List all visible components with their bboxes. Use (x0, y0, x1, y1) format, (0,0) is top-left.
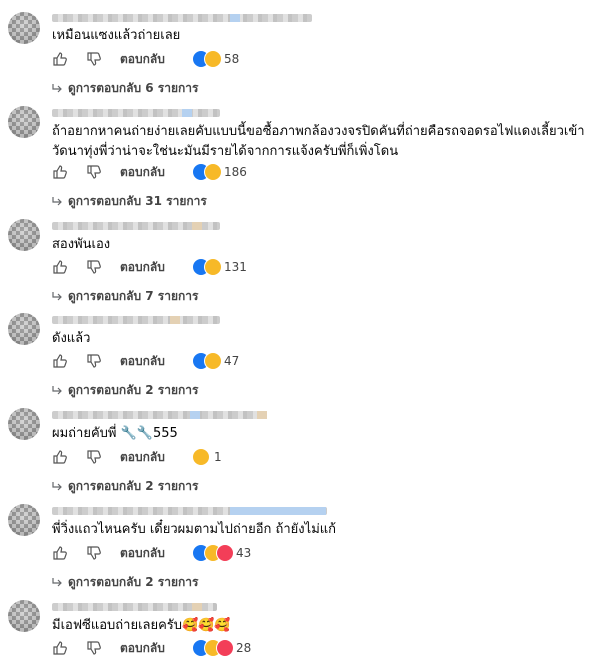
reply-button[interactable]: ตอบกลับ (120, 259, 165, 275)
avatar[interactable] (8, 408, 40, 440)
author-name[interactable] (52, 603, 217, 611)
view-replies-label: ดูการตอบกลับ 2 รายการ (68, 383, 199, 397)
reply-arrow-icon (52, 292, 62, 301)
thumbs-up-icon[interactable] (52, 51, 68, 67)
view-replies-link[interactable]: ดูการตอบกลับ 6 รายการ (52, 80, 198, 96)
haha-icon (204, 352, 222, 370)
thumbs-down-icon[interactable] (86, 164, 102, 180)
reaction-count: 58 (224, 52, 240, 66)
author-name[interactable] (52, 507, 327, 515)
avatar[interactable] (8, 106, 40, 138)
reply-arrow-icon (52, 482, 62, 491)
thumbs-up-icon[interactable] (52, 353, 68, 369)
author-name[interactable] (52, 316, 220, 324)
comment-actions: ตอบกลับ 186 (52, 162, 292, 182)
reply-button[interactable]: ตอบกลับ (120, 449, 165, 465)
thumbs-up-icon[interactable] (52, 449, 68, 465)
reply-arrow-icon (52, 386, 62, 395)
reply-button[interactable]: ตอบกลับ (120, 164, 165, 180)
comment-text-line-1: ถ้าอยากหาคนถ่ายง่ายเลยคับแบบนี้ขอซื้อภาพ… (52, 124, 585, 139)
reply-arrow-icon (52, 578, 62, 587)
view-replies-label: ดูการตอบกลับ 31 รายการ (68, 194, 207, 208)
author-name[interactable] (52, 109, 220, 117)
comment-text: มีเอฟซีแอบถ่ายเลยครับ🥰🥰🥰 (52, 618, 231, 633)
thumbs-down-icon[interactable] (86, 259, 102, 275)
view-replies-link[interactable]: ดูการตอบกลับ 2 รายการ (52, 382, 198, 398)
view-replies-link[interactable]: ดูการตอบกลับ 2 รายการ (52, 478, 198, 494)
reply-arrow-icon (52, 197, 62, 206)
love-icon (216, 639, 234, 657)
thumbs-down-icon[interactable] (86, 449, 102, 465)
view-replies-link[interactable]: ดูการตอบกลับ 2 รายการ (52, 574, 198, 590)
thumbs-up-icon[interactable] (52, 545, 68, 561)
reaction-count: 43 (236, 546, 252, 560)
haha-icon (204, 258, 222, 276)
thumbs-down-icon[interactable] (86, 545, 102, 561)
avatar[interactable] (8, 600, 40, 632)
reaction-count: 131 (224, 260, 247, 274)
thumbs-down-icon[interactable] (86, 353, 102, 369)
view-replies-label: ดูการตอบกลับ 7 รายการ (68, 289, 199, 303)
author-name[interactable] (52, 222, 220, 230)
comment-text: สองพันเอง (52, 237, 111, 252)
view-replies-label: ดูการตอบกลับ 2 รายการ (68, 479, 199, 493)
love-icon (216, 544, 234, 562)
avatar[interactable] (8, 12, 40, 44)
haha-icon (192, 448, 210, 466)
reaction-count: 1 (214, 450, 222, 464)
view-replies-link[interactable]: ดูการตอบกลับ 31 รายการ (52, 193, 207, 209)
thumbs-down-icon[interactable] (86, 640, 102, 656)
reply-button[interactable]: ตอบกลับ (120, 353, 165, 369)
avatar[interactable] (8, 219, 40, 251)
reaction-count: 28 (236, 641, 252, 655)
view-replies-link[interactable]: ดูการตอบกลับ 7 รายการ (52, 288, 198, 304)
haha-icon (204, 163, 222, 181)
thumbs-up-icon[interactable] (52, 640, 68, 656)
comment-text: พี่วิ่งแถวไหนครับ เดี๋ยวผมตามไปถ่ายอีก ถ… (52, 522, 337, 537)
thumbs-down-icon[interactable] (86, 51, 102, 67)
comment-actions: ตอบกลับ 28 (52, 638, 292, 658)
thumbs-up-icon[interactable] (52, 259, 68, 275)
reply-button[interactable]: ตอบกลับ (120, 51, 165, 67)
comment-text: เหมือนแซงแล้วถ่ายเลย (52, 28, 181, 43)
reaction-count: 47 (224, 354, 240, 368)
comment-actions: ตอบกลับ 43 (52, 543, 292, 563)
view-replies-label: ดูการตอบกลับ 2 รายการ (68, 575, 199, 589)
comment-text: ดังแล้ว (52, 331, 91, 346)
reply-button[interactable]: ตอบกลับ (120, 545, 165, 561)
avatar[interactable] (8, 313, 40, 345)
reaction-count: 186 (224, 165, 247, 179)
author-name[interactable] (52, 411, 267, 419)
author-name[interactable] (52, 14, 312, 22)
comment-text-line-2: วัดนาทุ่งพี่ว่าน่าจะใช่นะมันมีรายได้จากก… (52, 144, 399, 159)
reply-button[interactable]: ตอบกลับ (120, 640, 165, 656)
haha-icon (204, 50, 222, 68)
comment-actions: ตอบกลับ 58 (52, 49, 292, 69)
comment-text: ผมถ่ายคับพี่ 🔧🔧555 (52, 426, 178, 441)
comment-actions: ตอบกลับ 1 (52, 447, 292, 467)
avatar[interactable] (8, 504, 40, 536)
view-replies-label: ดูการตอบกลับ 6 รายการ (68, 81, 199, 95)
comment-actions: ตอบกลับ 47 (52, 351, 292, 371)
comment-actions: ตอบกลับ 131 (52, 257, 292, 277)
reply-arrow-icon (52, 84, 62, 93)
thumbs-up-icon[interactable] (52, 164, 68, 180)
